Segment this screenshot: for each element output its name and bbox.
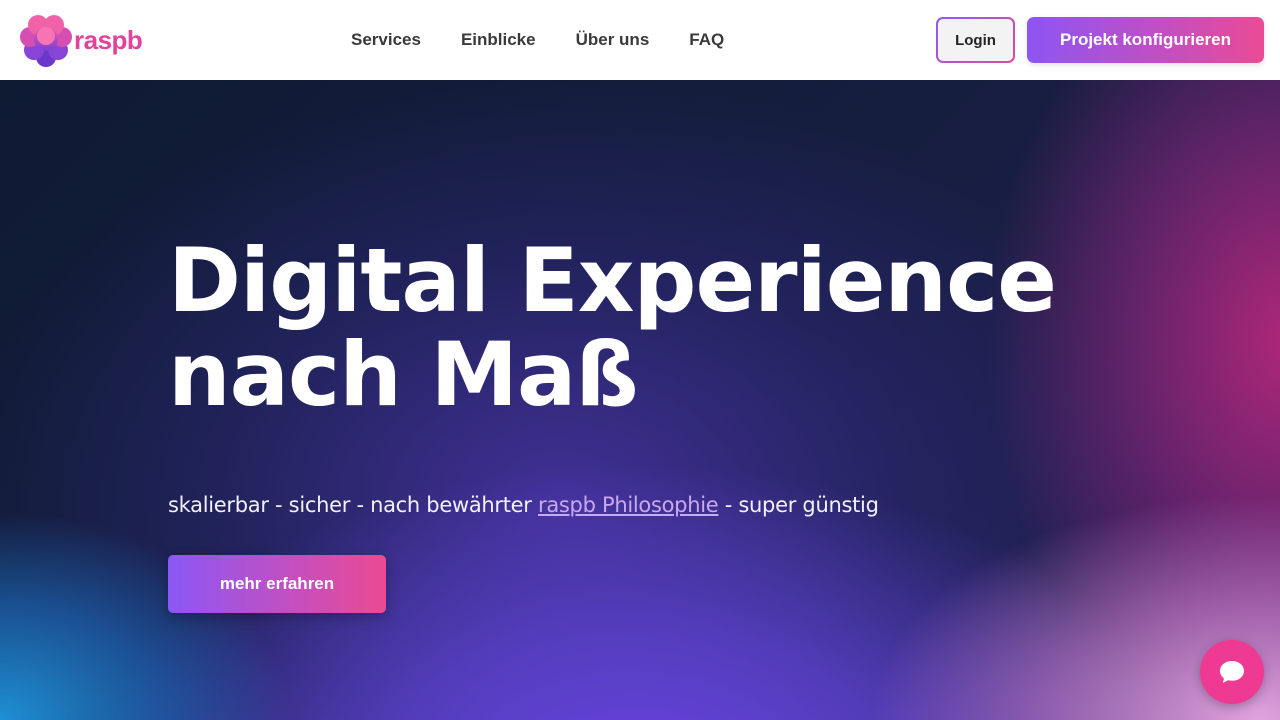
nav-item-faq[interactable]: FAQ bbox=[689, 28, 724, 52]
logo-link[interactable]: raspb bbox=[18, 12, 148, 68]
chat-bubble-icon bbox=[1220, 661, 1244, 683]
nav-item-ueber-uns[interactable]: Über uns bbox=[576, 28, 650, 52]
learn-more-button[interactable]: mehr erfahren bbox=[168, 555, 386, 613]
nav-item-einblicke[interactable]: Einblicke bbox=[461, 28, 536, 52]
hero-title-line-1: Digital Experience bbox=[168, 229, 1057, 332]
configure-project-button[interactable]: Projekt konfigurieren bbox=[1027, 17, 1264, 63]
philosophy-link[interactable]: raspb Philosophie bbox=[538, 493, 719, 517]
site-header: raspb Services Einblicke Über uns FAQ Lo… bbox=[0, 0, 1280, 80]
chat-button[interactable] bbox=[1200, 640, 1264, 704]
hero-section: Digital Experience nach Maß skalierbar -… bbox=[0, 80, 1280, 720]
login-button[interactable]: Login bbox=[936, 17, 1015, 63]
nav-item-services[interactable]: Services bbox=[351, 28, 421, 52]
hero-subtitle: skalierbar - sicher - nach bewährter ras… bbox=[168, 490, 1068, 520]
hero-title: Digital Experience nach Maß bbox=[168, 234, 1068, 422]
logo-text: raspb bbox=[74, 24, 143, 55]
main-nav: Services Einblicke Über uns FAQ bbox=[351, 28, 724, 52]
hero-subtitle-text-after: - super günstig bbox=[718, 493, 879, 517]
hero-subtitle-text-before: skalierbar - sicher - nach bewährter bbox=[168, 493, 539, 517]
raspberry-logo-icon bbox=[20, 15, 72, 67]
hero-title-line-2: nach Maß bbox=[168, 323, 639, 426]
